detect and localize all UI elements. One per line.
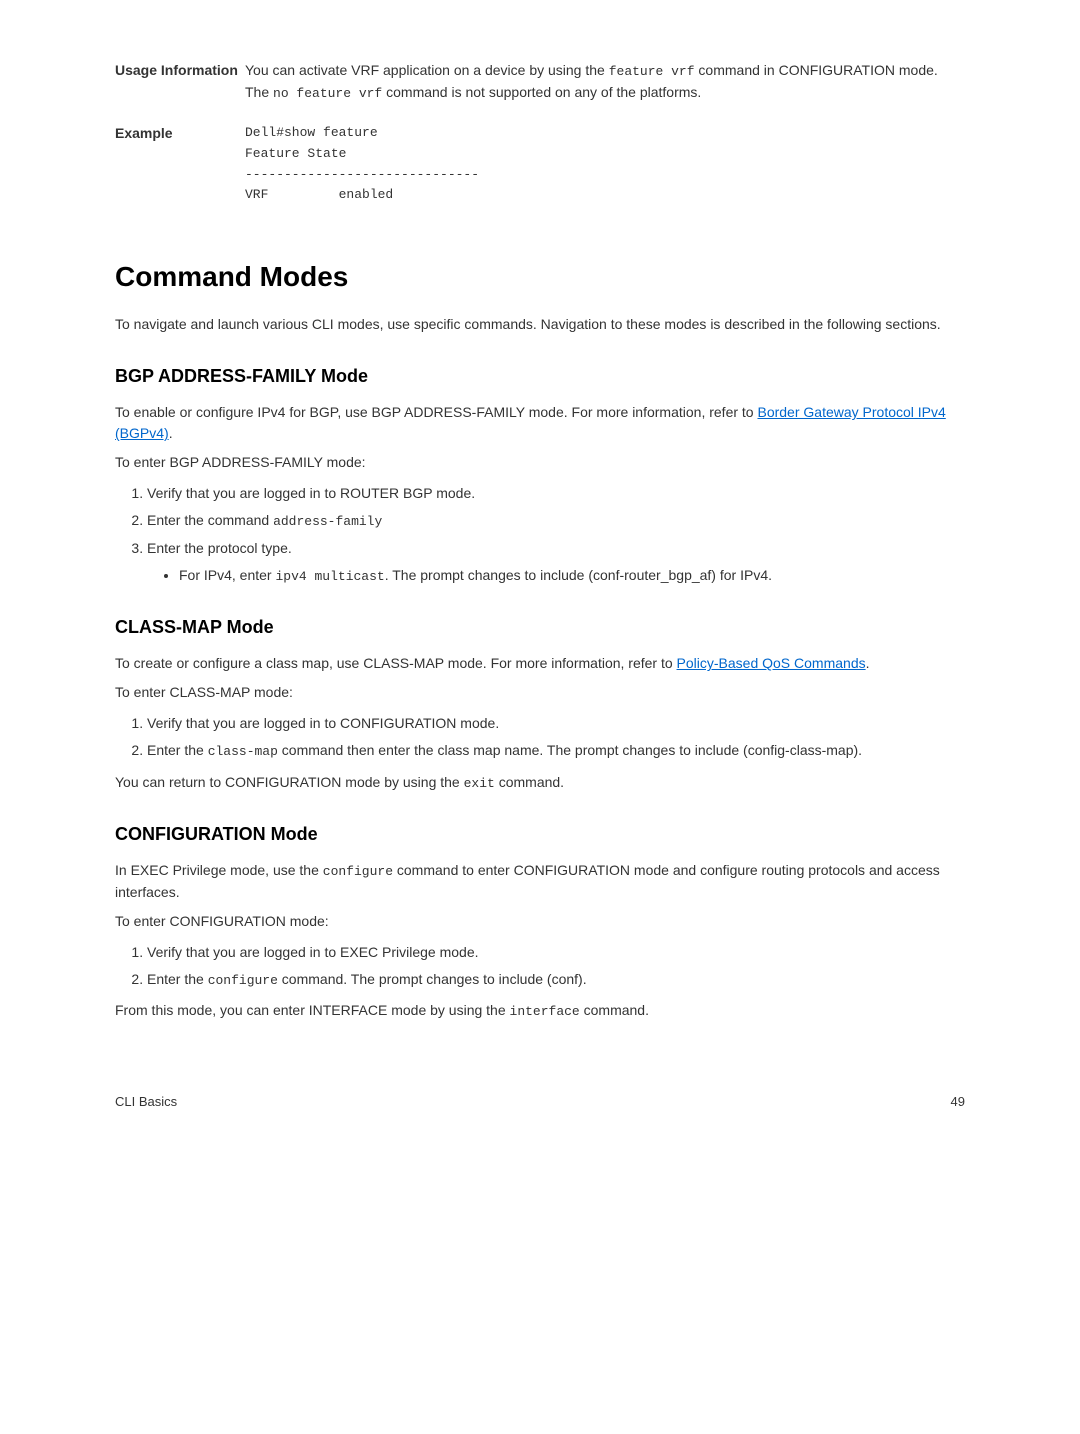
example-code-block: Dell#show feature Feature State --------…: [245, 123, 965, 206]
bgp-sub-text2: . The prompt changes to include (conf-ro…: [385, 567, 772, 583]
bgp-step3-sublist: For IPv4, enter ipv4 multicast. The prom…: [147, 565, 965, 587]
classmap-step2: Enter the class-map command then enter t…: [147, 740, 965, 762]
example-label: Example: [115, 123, 245, 206]
config-p3-t2: command.: [580, 1002, 649, 1018]
command-modes-heading: Command Modes: [115, 256, 965, 298]
usage-label: Usage Information: [115, 60, 245, 103]
command-modes-intro: To navigate and launch various CLI modes…: [115, 314, 965, 335]
classmap-step2-t1: Enter the: [147, 742, 208, 758]
bgp-step2-text: Enter the command: [147, 512, 273, 528]
bgp-step2-code: address-family: [273, 514, 382, 529]
config-p1-code: configure: [323, 864, 393, 879]
usage-info-section: Usage Information You can activate VRF a…: [115, 60, 965, 103]
bgp-step3-sub: For IPv4, enter ipv4 multicast. The prom…: [179, 565, 965, 587]
config-paragraph2: To enter CONFIGURATION mode:: [115, 911, 965, 932]
config-step1: Verify that you are logged in to EXEC Pr…: [147, 942, 965, 963]
classmap-heading: CLASS-MAP Mode: [115, 614, 965, 641]
page-footer: CLI Basics 49: [115, 1092, 965, 1112]
config-p1-t1: In EXEC Privilege mode, use the: [115, 862, 323, 878]
classmap-p3-t1: You can return to CONFIGURATION mode by …: [115, 774, 464, 790]
bgp-step3-text: Enter the protocol type.: [147, 540, 292, 556]
config-step2: Enter the configure command. The prompt …: [147, 969, 965, 991]
classmap-steps-list: Verify that you are logged in to CONFIGU…: [115, 713, 965, 762]
classmap-link[interactable]: Policy-Based QoS Commands: [677, 655, 866, 671]
config-steps-list: Verify that you are logged in to EXEC Pr…: [115, 942, 965, 991]
config-step2-code: configure: [208, 973, 278, 988]
usage-content: You can activate VRF application on a de…: [245, 60, 965, 103]
bgp-steps-list: Verify that you are logged in to ROUTER …: [115, 483, 965, 586]
classmap-p3-code: exit: [464, 776, 495, 791]
config-p3-code: interface: [510, 1004, 580, 1019]
classmap-paragraph1: To create or configure a class map, use …: [115, 653, 965, 674]
example-section: Example Dell#show feature Feature State …: [115, 123, 965, 206]
classmap-step2-code: class-map: [208, 744, 278, 759]
bgp-step3: Enter the protocol type. For IPv4, enter…: [147, 538, 965, 587]
bgp-step2: Enter the command address-family: [147, 510, 965, 532]
bgp-sub-text1: For IPv4, enter: [179, 567, 275, 583]
bgp-paragraph2: To enter BGP ADDRESS-FAMILY mode:: [115, 452, 965, 473]
classmap-p3-t2: command.: [495, 774, 564, 790]
footer-section: CLI Basics: [115, 1092, 177, 1112]
usage-code2: no feature vrf: [273, 86, 382, 101]
config-paragraph3: From this mode, you can enter INTERFACE …: [115, 1000, 965, 1022]
bgp-step1: Verify that you are logged in to ROUTER …: [147, 483, 965, 504]
classmap-step2-t2: command then enter the class map name. T…: [278, 742, 862, 758]
footer-page-number: 49: [951, 1092, 965, 1112]
config-p3-t1: From this mode, you can enter INTERFACE …: [115, 1002, 510, 1018]
bgp-heading: BGP ADDRESS-FAMILY Mode: [115, 363, 965, 390]
bgp-paragraph1: To enable or configure IPv4 for BGP, use…: [115, 402, 965, 444]
usage-text1: You can activate VRF application on a de…: [245, 62, 609, 78]
config-heading: CONFIGURATION Mode: [115, 821, 965, 848]
bgp-p1-text1: To enable or configure IPv4 for BGP, use…: [115, 404, 757, 420]
classmap-step1: Verify that you are logged in to CONFIGU…: [147, 713, 965, 734]
usage-code1: feature vrf: [609, 64, 695, 79]
config-step2-t1: Enter the: [147, 971, 208, 987]
usage-text3: command is not supported on any of the p…: [382, 84, 701, 100]
config-paragraph1: In EXEC Privilege mode, use the configur…: [115, 860, 965, 903]
classmap-paragraph2: To enter CLASS-MAP mode:: [115, 682, 965, 703]
classmap-paragraph3: You can return to CONFIGURATION mode by …: [115, 772, 965, 794]
bgp-sub-code: ipv4 multicast: [275, 569, 384, 584]
classmap-p1-text2: .: [866, 655, 870, 671]
config-step2-t2: command. The prompt changes to include (…: [278, 971, 587, 987]
classmap-p1-text1: To create or configure a class map, use …: [115, 655, 677, 671]
bgp-p1-text2: .: [169, 425, 173, 441]
